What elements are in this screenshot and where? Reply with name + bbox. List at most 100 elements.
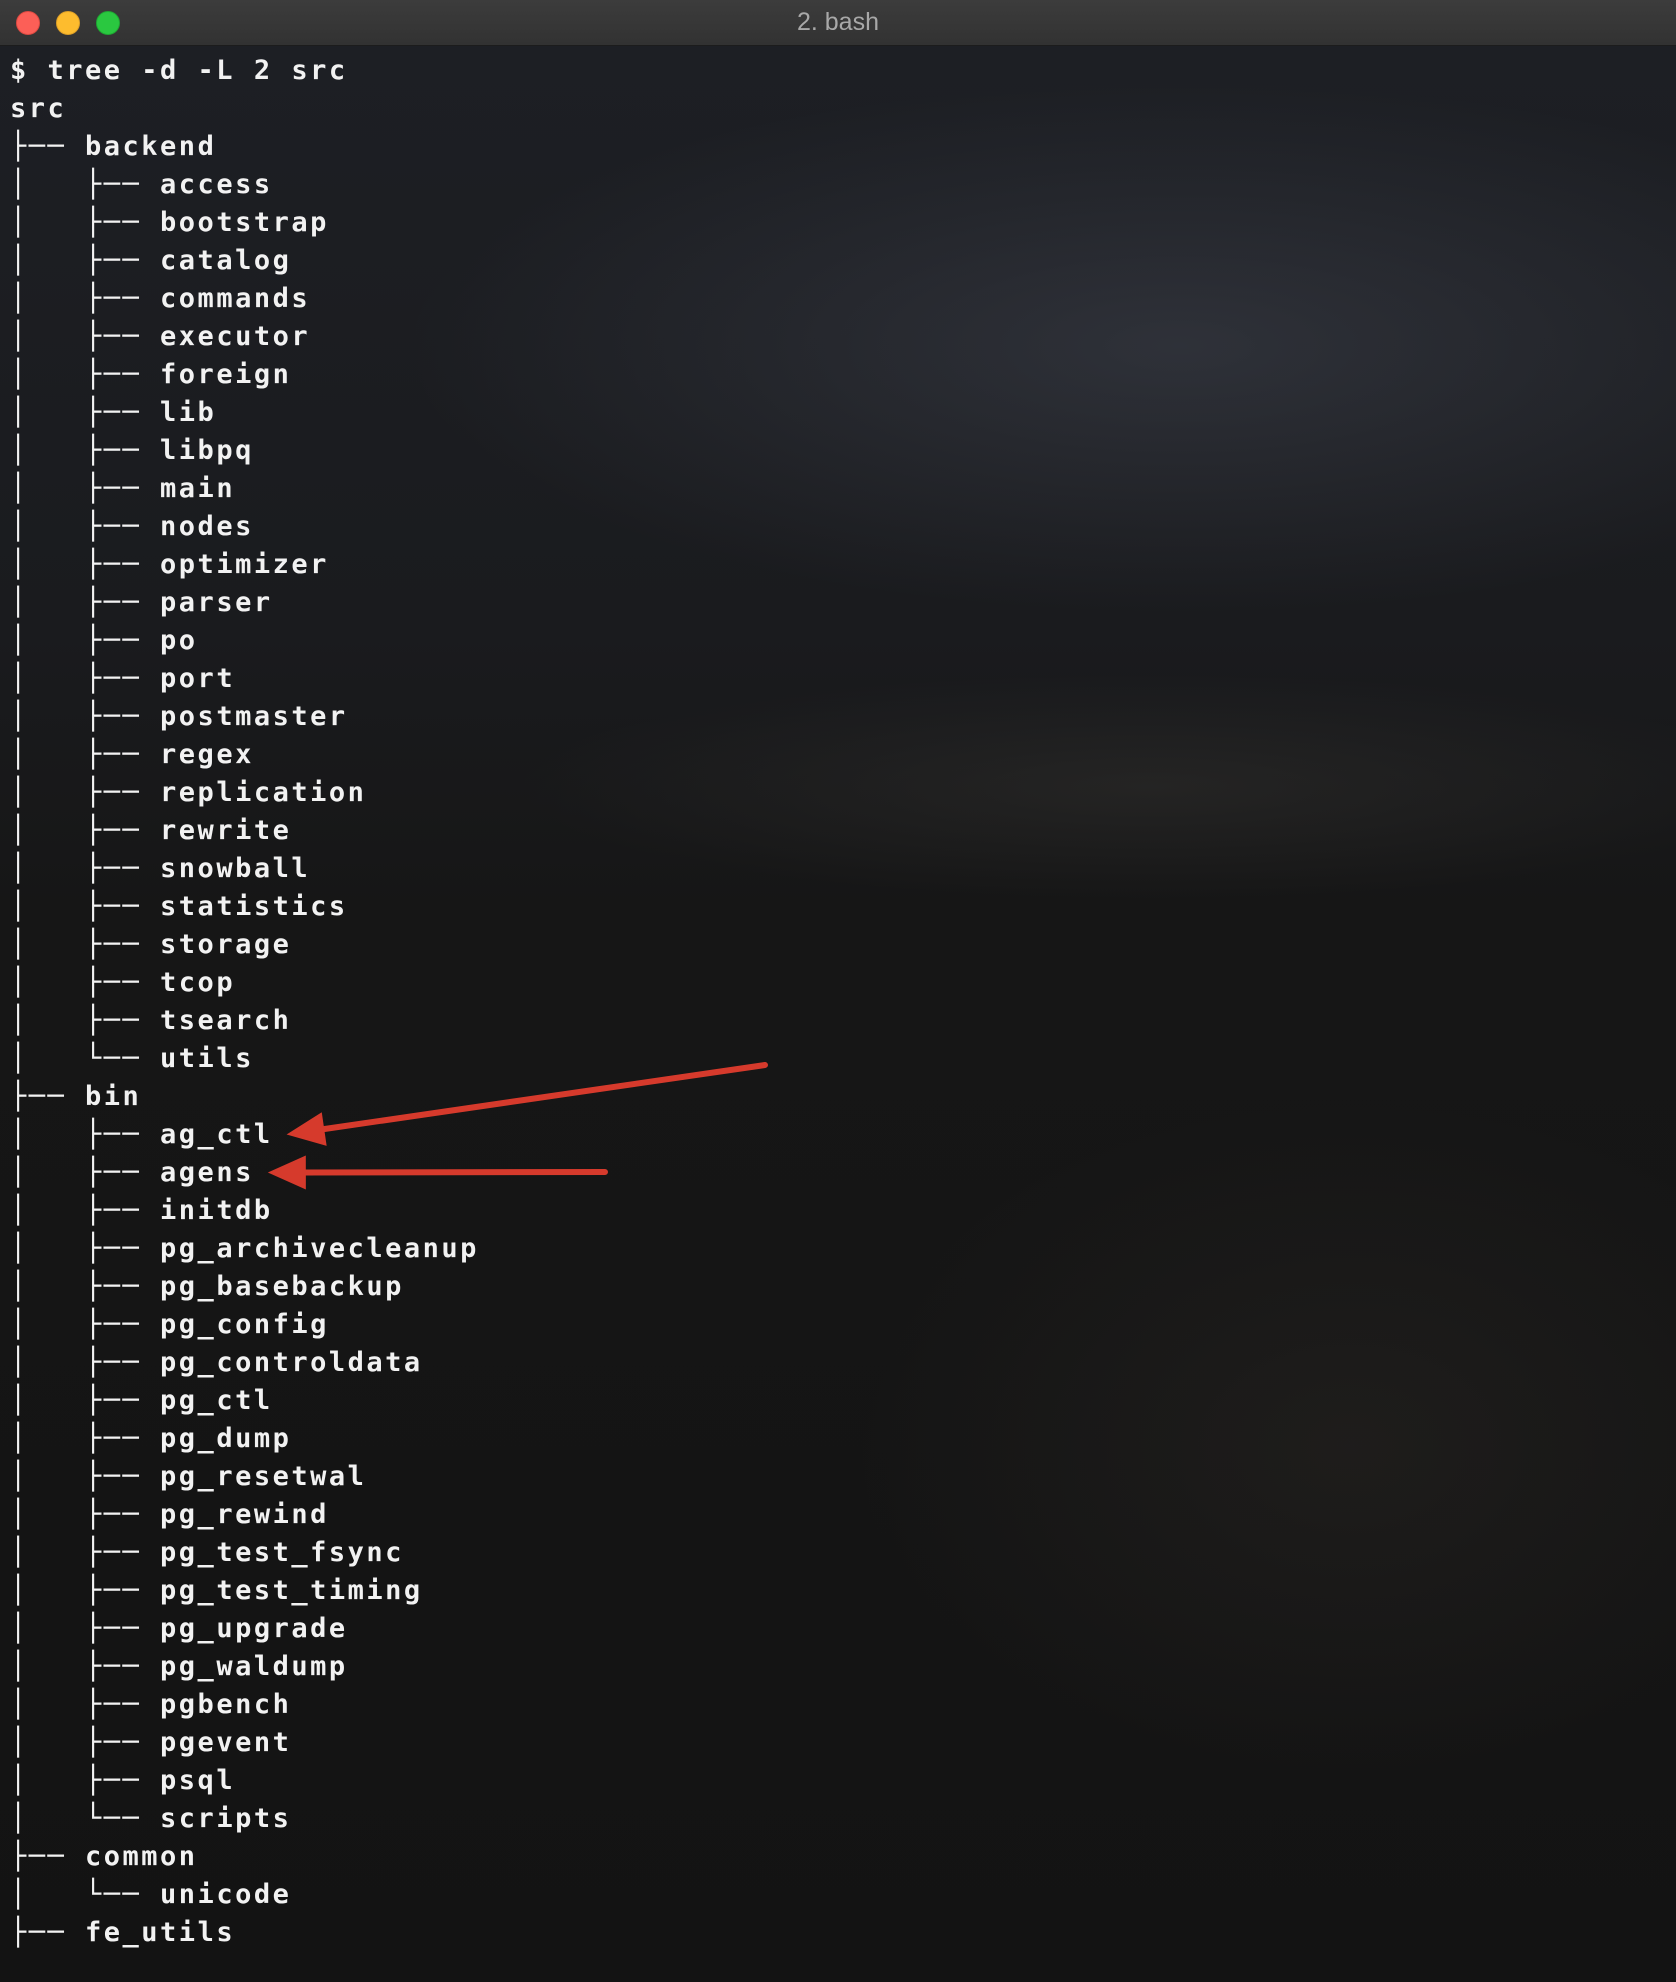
tree-branch: │ ├── xyxy=(10,739,161,770)
tree-line: ├── bin xyxy=(10,1078,479,1116)
directory-name: tsearch xyxy=(160,1005,292,1036)
tree-branch: │ ├── xyxy=(10,1613,161,1644)
tree-branch: │ ├── xyxy=(10,1423,161,1454)
title-bar[interactable]: 2. bash xyxy=(0,0,1676,46)
directory-name: scripts xyxy=(160,1803,292,1834)
tree-branch: │ ├── xyxy=(10,891,161,922)
tree-line: ├── common xyxy=(10,1838,479,1876)
directory-name: pg_archivecleanup xyxy=(160,1233,479,1264)
tree-line: │ ├── initdb xyxy=(10,1192,479,1230)
tree-line: │ ├── nodes xyxy=(10,508,479,546)
tree-branch: │ ├── xyxy=(10,1537,161,1568)
directory-name: pg_test_fsync xyxy=(160,1537,404,1568)
tree-branch: │ ├── xyxy=(10,1385,161,1416)
tree-branch: │ ├── xyxy=(10,511,161,542)
tree-line: │ ├── agens xyxy=(10,1154,479,1192)
tree-line: │ ├── commands xyxy=(10,280,479,318)
tree-branch: │ ├── xyxy=(10,1119,161,1150)
tree-line: │ ├── executor xyxy=(10,318,479,356)
tree-line: │ ├── main xyxy=(10,470,479,508)
tree-line: │ ├── replication xyxy=(10,774,479,812)
directory-name: bootstrap xyxy=(160,207,329,238)
terminal-output: $ tree -d -L 2 src src ├── backend │ ├── … xyxy=(10,52,479,1952)
tree-branch: │ ├── xyxy=(10,1689,161,1720)
tree-line: │ ├── regex xyxy=(10,736,479,774)
tree-line: │ ├── pg_upgrade xyxy=(10,1610,479,1648)
tree-branch: │ ├── xyxy=(10,435,161,466)
tree-branch: │ └── xyxy=(10,1043,161,1074)
tree-branch: │ ├── xyxy=(10,397,161,428)
tree-branch: │ ├── xyxy=(10,1727,161,1758)
tree-line: │ ├── pg_resetwal xyxy=(10,1458,479,1496)
directory-name: tcop xyxy=(160,967,236,998)
tree-line: │ ├── pg_archivecleanup xyxy=(10,1230,479,1268)
directory-name: utils xyxy=(160,1043,254,1074)
directory-name: nodes xyxy=(160,511,254,542)
tree-line: │ ├── parser xyxy=(10,584,479,622)
tree-branch: │ ├── xyxy=(10,1347,161,1378)
tree-branch: │ ├── xyxy=(10,1005,161,1036)
directory-name: libpq xyxy=(160,435,254,466)
tree-line: │ └── utils xyxy=(10,1040,479,1078)
tree-branch: │ ├── xyxy=(10,1765,161,1796)
directory-name: pg_dump xyxy=(160,1423,292,1454)
tree-line: │ ├── statistics xyxy=(10,888,479,926)
tree-branch: │ └── xyxy=(10,1803,161,1834)
tree-branch: │ ├── xyxy=(10,169,161,200)
directory-name: access xyxy=(160,169,273,200)
tree-line: │ ├── po xyxy=(10,622,479,660)
tree-line: │ ├── ag_ctl xyxy=(10,1116,479,1154)
tree-line: │ ├── rewrite xyxy=(10,812,479,850)
directory-name: storage xyxy=(160,929,292,960)
directory-name: pg_ctl xyxy=(160,1385,273,1416)
tree-line: │ ├── catalog xyxy=(10,242,479,280)
tree-branch: │ ├── xyxy=(10,1195,161,1226)
directory-name: bin xyxy=(85,1081,142,1112)
tree-line: │ ├── snowball xyxy=(10,850,479,888)
tree-line: │ └── scripts xyxy=(10,1800,479,1838)
directory-name: pg_rewind xyxy=(160,1499,329,1530)
tree-line: │ ├── foreign xyxy=(10,356,479,394)
tree-line: │ ├── access xyxy=(10,166,479,204)
tree-line: │ ├── pg_ctl xyxy=(10,1382,479,1420)
tree-branch: │ ├── xyxy=(10,1157,161,1188)
directory-name: pg_config xyxy=(160,1309,329,1340)
directory-name: pg_test_timing xyxy=(160,1575,423,1606)
terminal-content[interactable]: $ tree -d -L 2 src src ├── backend │ ├── … xyxy=(0,46,1676,1982)
directory-name: statistics xyxy=(160,891,348,922)
directory-name: po xyxy=(160,625,198,656)
tree-branch: │ ├── xyxy=(10,777,161,808)
directory-name: pg_resetwal xyxy=(160,1461,367,1492)
tree-line: │ ├── port xyxy=(10,660,479,698)
tree-line: │ ├── lib xyxy=(10,394,479,432)
directory-name: pgevent xyxy=(160,1727,292,1758)
directory-name: unicode xyxy=(160,1879,292,1910)
tree-line: │ ├── bootstrap xyxy=(10,204,479,242)
directory-name: fe_utils xyxy=(85,1917,236,1948)
tree-branch: │ ├── xyxy=(10,245,161,276)
terminal-window: 2. bash $ tree -d -L 2 src src ├── backe… xyxy=(0,0,1676,1982)
tree-line: │ ├── pg_rewind xyxy=(10,1496,479,1534)
tree-line: │ ├── postmaster xyxy=(10,698,479,736)
directory-name: regex xyxy=(160,739,254,770)
directory-name: commands xyxy=(160,283,311,314)
tree-branch: │ └── xyxy=(10,1879,161,1910)
tree-branch: ├── xyxy=(10,1841,86,1872)
tree-branch: │ ├── xyxy=(10,207,161,238)
tree-branch: │ ├── xyxy=(10,283,161,314)
directory-name: main xyxy=(160,473,236,504)
tree-line: │ ├── tcop xyxy=(10,964,479,1002)
directory-name: pg_upgrade xyxy=(160,1613,348,1644)
tree-branch: │ ├── xyxy=(10,929,161,960)
directory-name: common xyxy=(85,1841,198,1872)
tree-line: │ ├── pgbench xyxy=(10,1686,479,1724)
tree-line: │ ├── pg_basebackup xyxy=(10,1268,479,1306)
directory-name: pg_basebackup xyxy=(160,1271,404,1302)
tree-branch: │ ├── xyxy=(10,663,161,694)
tree-branch: │ ├── xyxy=(10,625,161,656)
tree-branch: ├── xyxy=(10,131,86,162)
directory-name: snowball xyxy=(160,853,311,884)
tree-branch: │ ├── xyxy=(10,1499,161,1530)
tree-line: ├── backend xyxy=(10,128,479,166)
tree-line: │ ├── storage xyxy=(10,926,479,964)
